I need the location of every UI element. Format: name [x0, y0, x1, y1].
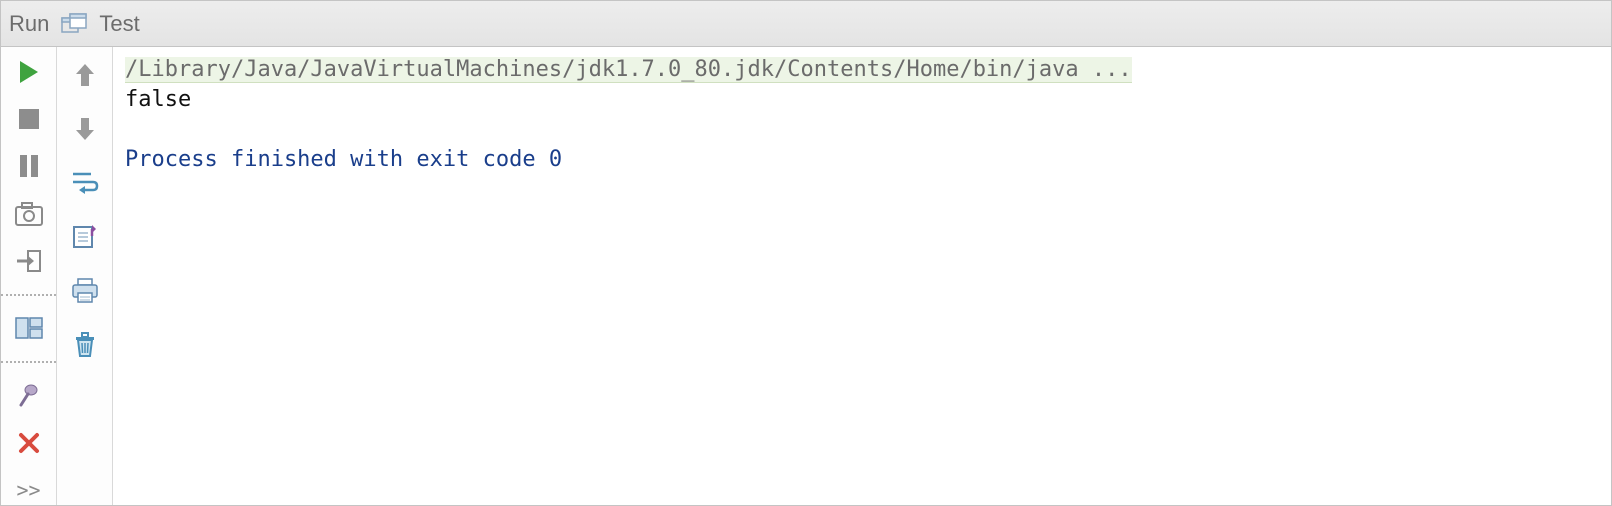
camera-icon [15, 202, 43, 226]
close-button[interactable] [11, 428, 47, 457]
run-panel-header: Run Test [1, 1, 1611, 47]
trash-icon [73, 332, 97, 358]
stop-icon [18, 108, 40, 130]
run-config-name: Test [99, 11, 139, 37]
scroll-down-button[interactable] [67, 111, 103, 147]
command-line: /Library/Java/JavaVirtualMachines/jdk1.7… [125, 57, 1132, 83]
pin-button[interactable] [11, 381, 47, 410]
pause-icon [18, 154, 40, 178]
stdout-line: false [125, 87, 191, 112]
layout-icon [15, 317, 43, 339]
run-button[interactable] [11, 57, 47, 86]
dump-threads-button[interactable] [11, 199, 47, 228]
console-tools-column [57, 47, 113, 505]
panel-title: Run [9, 11, 49, 37]
layout-button[interactable] [11, 314, 47, 343]
separator [1, 294, 56, 296]
scroll-to-end-button[interactable] [67, 219, 103, 255]
scroll-up-button[interactable] [67, 57, 103, 93]
print-button[interactable] [67, 273, 103, 309]
clear-all-button[interactable] [67, 327, 103, 363]
pin-icon [18, 383, 40, 409]
close-icon [18, 432, 40, 454]
exit-button[interactable] [11, 246, 47, 275]
pause-button[interactable] [11, 152, 47, 181]
console-output[interactable]: /Library/Java/JavaVirtualMachines/jdk1.7… [113, 47, 1611, 505]
run-panel-body: >> [1, 47, 1611, 505]
two-windows-icon [61, 13, 87, 35]
arrow-down-icon [75, 117, 95, 141]
soft-wrap-button[interactable] [67, 165, 103, 201]
exit-message: Process finished with exit code 0 [125, 147, 562, 172]
separator [1, 361, 56, 363]
export-icon [72, 224, 98, 250]
more-actions-button[interactable]: >> [11, 476, 47, 505]
chevron-right-icon: >> [16, 478, 40, 502]
arrow-up-icon [75, 63, 95, 87]
stop-button[interactable] [11, 104, 47, 133]
exit-icon [16, 249, 42, 273]
print-icon [71, 278, 99, 304]
wrap-icon [71, 170, 99, 196]
run-actions-column: >> [1, 47, 57, 505]
play-icon [18, 60, 40, 84]
